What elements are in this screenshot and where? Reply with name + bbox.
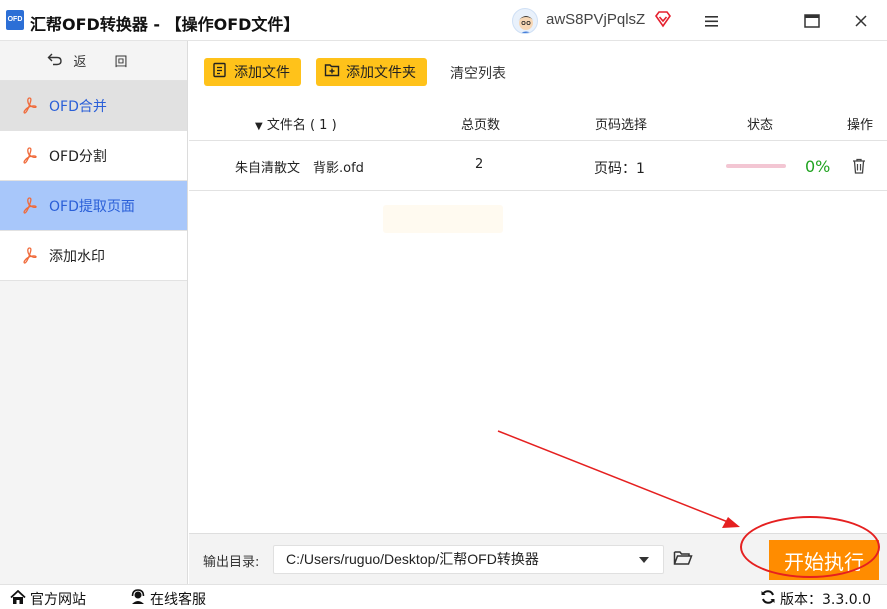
sidebar-item-label: OFD提取页面	[49, 198, 135, 215]
trash-icon[interactable]	[851, 157, 867, 175]
sidebar-item-label: OFD合并	[49, 98, 107, 115]
footer: 官方网站 在线客服 版本：3.3.0.0	[0, 584, 887, 609]
column-header-filename[interactable]: ▼ 文件名 ( 1 )	[255, 114, 337, 133]
column-header-action: 操作	[847, 118, 874, 133]
sidebar-item-label: 添加水印	[49, 248, 105, 265]
column-header-status: 状态	[747, 118, 774, 133]
home-icon	[10, 589, 26, 609]
row-pages: 2	[475, 157, 484, 172]
output-dir-select[interactable]: C:/Users/ruguo/Desktop/汇帮OFD转换器	[273, 545, 664, 574]
file-table-header: ▼ 文件名 ( 1 ) 总页数 页码选择 状态 操作	[189, 103, 887, 141]
maximize-icon[interactable]	[802, 11, 822, 31]
user-avatar[interactable]	[512, 8, 538, 34]
add-folder-button[interactable]: 添加文件夹	[316, 58, 427, 86]
sidebar-item-ofd-merge[interactable]: OFD合并	[0, 81, 187, 131]
sidebar: 返 回 OFD合并 OFD分割 OFD提取页面 添加水印	[0, 41, 188, 584]
back-label: 返 回	[73, 55, 140, 70]
start-button[interactable]: 开始执行	[769, 540, 879, 580]
output-bar: 输出目录: C:/Users/ruguo/Desktop/汇帮OFD转换器 开始…	[189, 533, 887, 584]
close-icon[interactable]	[851, 11, 871, 31]
pdf-icon	[22, 97, 37, 114]
menu-icon[interactable]	[702, 11, 722, 31]
title-bar: OFD 汇帮OFD转换器 - 【操作OFD文件】 awS8PVjPqlsZ	[0, 0, 887, 41]
add-folder-label: 添加文件夹	[346, 65, 416, 81]
drag-placeholder	[383, 205, 503, 233]
row-progress-bar	[726, 164, 786, 168]
sidebar-item-add-watermark[interactable]: 添加水印	[0, 231, 187, 281]
toolbar: 添加文件 添加文件夹 清空列表	[189, 41, 887, 103]
column-header-page-select: 页码选择	[595, 118, 648, 133]
username[interactable]: awS8PVjPqlsZ	[546, 11, 645, 28]
chevron-down-icon	[639, 557, 649, 563]
output-dir-label: 输出目录:	[203, 555, 260, 570]
row-status: 0%	[805, 157, 831, 176]
back-button[interactable]: 返 回	[0, 41, 187, 81]
add-file-icon	[212, 62, 228, 82]
refresh-icon	[760, 589, 776, 609]
sort-desc-icon: ▼	[255, 121, 263, 132]
online-service-link[interactable]: 在线客服	[130, 589, 206, 609]
table-row[interactable]: 朱自清散文 背影.ofd 2 页码：1 0%	[189, 141, 887, 191]
app-logo: OFD	[6, 10, 24, 30]
pdf-icon	[22, 247, 37, 264]
open-folder-icon[interactable]	[673, 549, 693, 567]
headset-icon	[130, 589, 146, 609]
pdf-icon	[22, 147, 37, 164]
add-folder-icon	[324, 62, 340, 82]
sidebar-item-label: OFD分割	[49, 148, 107, 165]
add-file-label: 添加文件	[234, 65, 290, 81]
pdf-icon	[22, 197, 37, 214]
sidebar-item-ofd-split[interactable]: OFD分割	[0, 131, 187, 181]
clear-list-button[interactable]: 清空列表	[450, 63, 506, 83]
vip-diamond-icon[interactable]	[654, 10, 672, 28]
row-page-select[interactable]: 页码：1	[594, 158, 645, 178]
official-website-link[interactable]: 官方网站	[10, 589, 86, 609]
output-dir-value: C:/Users/ruguo/Desktop/汇帮OFD转换器	[286, 551, 539, 567]
window-title: 汇帮OFD转换器 - 【操作OFD文件】	[30, 15, 300, 34]
sidebar-item-ofd-extract-pages[interactable]: OFD提取页面	[0, 181, 187, 231]
version-info: 版本：3.3.0.0	[760, 589, 871, 609]
column-header-pages: 总页数	[461, 118, 501, 133]
add-file-button[interactable]: 添加文件	[204, 58, 301, 86]
row-filename: 朱自清散文 背影.ofd	[235, 161, 364, 176]
back-arrow-icon	[47, 52, 63, 70]
